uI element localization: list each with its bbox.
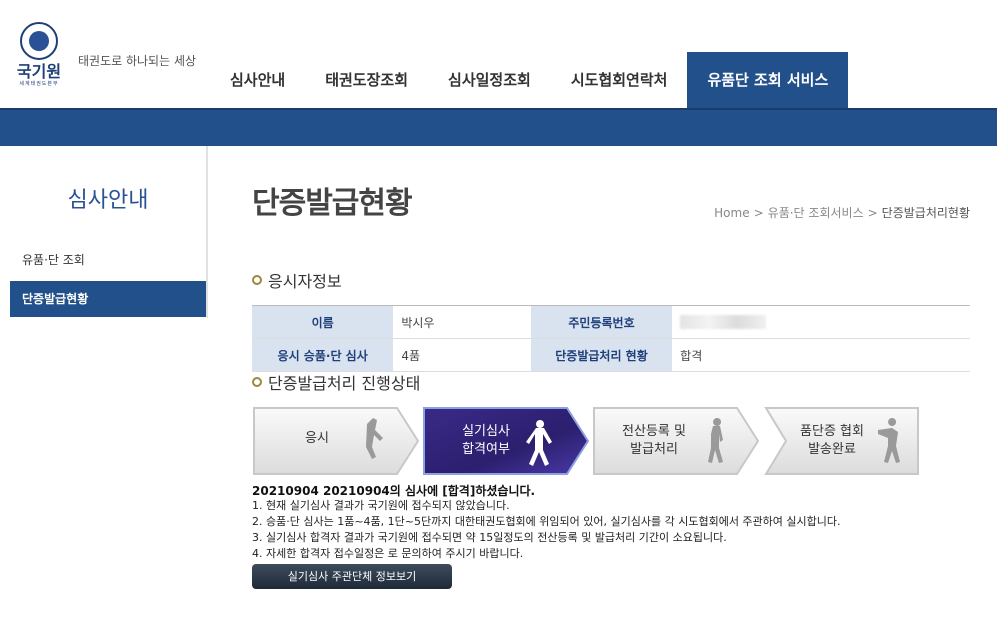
slogan: 태권도로 하나되는 세상 (78, 54, 197, 68)
step-label-line2: 발송완료 (808, 442, 856, 457)
sidebar: 심사안내 유품·단 조회 단증발급현황 (10, 146, 208, 318)
issue-status-label: 단증발급처리 현황 (530, 338, 673, 372)
breadcrumb-service[interactable]: 유품·단 조회서비스 (768, 206, 864, 220)
name-value: 박시우 (393, 305, 531, 339)
nav-band (0, 108, 997, 146)
kukkiwon-logo[interactable]: 국기원 세계태권도본부 (10, 22, 68, 87)
emblem-icon (20, 22, 58, 60)
nav-dojang-search[interactable]: 태권도장조회 (305, 52, 428, 108)
note-item: 2. 승품·단 심사는 1품~4품, 1단~5단까지 대한태권도협회에 위임되어… (252, 515, 841, 528)
resident-number-label: 주민등록번호 (530, 305, 673, 339)
step-label: 응시 (305, 431, 329, 446)
step-label: 전산등록 및 발급처리 (604, 423, 704, 459)
step-practical-exam: 실기심사 합격여부 (422, 406, 592, 476)
step-label: 품단증 협회 발송완료 (790, 423, 874, 459)
step-label-line1: 품단증 협회 (800, 424, 864, 439)
step-apply: 응시 (252, 406, 422, 476)
result-headline: 20210904 20210904의 심사에 [합격]하셨습니다. (252, 484, 536, 498)
sidebar-title: 심사안내 (67, 188, 149, 213)
nav-exam-schedule[interactable]: 심사일정조회 (428, 52, 551, 108)
site-header: 국기원 세계태권도본부 태권도로 하나되는 세상 심사안내 태권도장조회 심사일… (0, 0, 997, 108)
nav-exam-guide[interactable]: 심사안내 (210, 52, 305, 108)
notes-list: 1. 현재 실기심사 결과가 국기원에 접수되지 않았습니다. 2. 승품·단 … (252, 498, 841, 562)
redacted-value (680, 315, 767, 330)
table-row: 이름 박시우 주민등록번호 (252, 305, 970, 339)
organizer-info-button[interactable]: 실기심사 주관단체 정보보기 (252, 564, 452, 589)
sidebar-item-poom-dan-lookup[interactable]: 유품·단 조회 (10, 242, 206, 278)
section-title: 응시자정보 (268, 272, 342, 291)
applicant-info-table: 이름 박시우 주민등록번호 응시 승품·단 심사 4품 단증발급처리 현황 합격 (252, 305, 970, 372)
bullet-icon (252, 275, 262, 285)
nav-association-contacts[interactable]: 시도협회연락처 (551, 52, 688, 108)
resident-number-value (672, 305, 970, 339)
section-title: 단증발급처리 진행상태 (268, 374, 421, 393)
page-title: 단증발급현황 (252, 186, 413, 221)
exam-level-label: 응시 승품·단 심사 (252, 338, 394, 372)
logo-subtitle: 세계태권도본부 (19, 81, 59, 87)
logo-title: 국기원 (16, 62, 62, 81)
step-shipping: 품단증 협회 발송완료 (764, 406, 922, 476)
progress-section-heading: 단증발급처리 진행상태 (252, 370, 420, 394)
breadcrumb-current: 단증발급처리현황 (881, 206, 970, 220)
nav-poom-dan-service[interactable]: 유품단 조회 서비스 (687, 52, 849, 108)
chevron-right-icon: > (867, 206, 878, 220)
issue-status-value: 합격 (672, 338, 970, 372)
step-label-line2: 발급처리 (630, 442, 678, 457)
main-nav: 심사안내 태권도장조회 심사일정조회 시도협회연락처 유품단 조회 서비스 (210, 52, 849, 108)
bullet-icon (252, 377, 262, 387)
chevron-right-icon: > (753, 206, 764, 220)
breadcrumb: Home > 유품·단 조회서비스 > 단증발급처리현황 (714, 204, 970, 221)
step-label-line2: 합격여부 (462, 442, 510, 457)
note-item: 1. 현재 실기심사 결과가 국기원에 접수되지 않았습니다. (252, 499, 510, 512)
step-registration: 전산등록 및 발급처리 (592, 406, 762, 476)
step-label-line1: 전산등록 및 (622, 424, 686, 439)
table-row: 응시 승품·단 심사 4품 단증발급처리 현황 합격 (252, 338, 970, 372)
step-label-line1: 실기심사 (462, 424, 510, 439)
step-label: 실기심사 합격여부 (442, 423, 530, 459)
applicant-section-heading: 응시자정보 (252, 268, 342, 292)
note-item: 3. 실기심사 합격자 결과가 국기원에 접수되면 약 15일정도의 전산등록 … (252, 531, 727, 544)
note-item: 4. 자세한 합격자 접수일정은 로 문의하여 주시기 바랍니다. (252, 547, 524, 560)
breadcrumb-home[interactable]: Home (714, 206, 749, 220)
sidebar-item-certificate-status[interactable]: 단증발급현황 (10, 281, 206, 317)
exam-level-value: 4품 (393, 338, 531, 372)
name-label: 이름 (252, 305, 394, 339)
progress-steps: 응시 실기심사 합격여부 전산등록 및 발급처리 품단증 협회 발송완료 (252, 406, 922, 476)
